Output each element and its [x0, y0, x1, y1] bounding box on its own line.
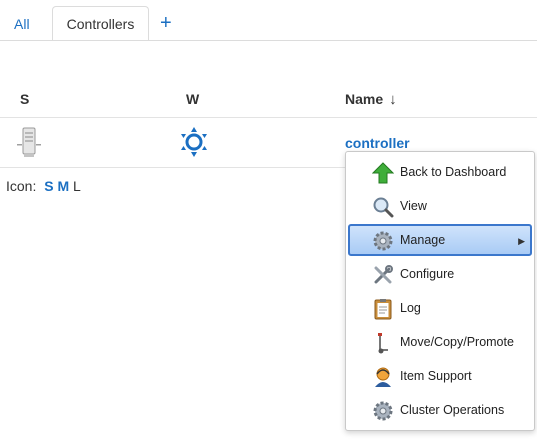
row-divider	[0, 167, 345, 168]
menu-item-cluster-operations[interactable]: Cluster Operations	[348, 394, 532, 426]
menu-item-label: Item Support	[400, 369, 472, 383]
menu-item-label: View	[400, 199, 427, 213]
icon-size-large: L	[73, 178, 81, 194]
column-header-w[interactable]: W	[186, 91, 199, 107]
menu-item-label: Configure	[400, 267, 455, 281]
tab-controllers[interactable]: Controllers	[52, 6, 149, 41]
gear-icon	[373, 231, 393, 251]
gear-icon	[373, 401, 393, 421]
menu-item-log[interactable]: Log	[348, 292, 532, 324]
menu-item-manage[interactable]: Manage ▶	[348, 224, 532, 256]
column-header-name-label: Name	[345, 91, 384, 107]
context-menu: Back to Dashboard View Manage ▶ Configur…	[345, 151, 535, 431]
menu-item-configure[interactable]: Configure	[348, 258, 532, 290]
menu-item-move-copy-promote[interactable]: Move/Copy/Promote	[348, 326, 532, 358]
icon-size-medium[interactable]: M	[57, 178, 69, 194]
menu-item-item-support[interactable]: Item Support	[348, 360, 532, 392]
controller-link[interactable]: controller	[345, 135, 410, 151]
menu-item-view[interactable]: View	[348, 190, 532, 222]
support-agent-icon	[375, 367, 391, 387]
menu-item-back-to-dashboard[interactable]: Back to Dashboard	[348, 156, 532, 188]
sort-down-arrow-icon: ↓	[389, 91, 397, 108]
menu-item-label: Manage	[400, 233, 446, 247]
menu-item-label: Cluster Operations	[400, 403, 505, 417]
add-tab-button[interactable]: +	[160, 12, 172, 35]
icon-size-label: Icon:	[6, 178, 37, 194]
header-divider	[0, 117, 537, 118]
tab-all[interactable]: All	[14, 16, 30, 32]
computer-icon	[17, 127, 41, 157]
menu-item-label: Back to Dashboard	[400, 165, 507, 179]
column-header-name[interactable]: Name ↓	[345, 91, 397, 108]
submenu-arrow-icon: ▶	[518, 236, 525, 246]
clipboard-icon	[374, 299, 392, 320]
tools-icon	[374, 265, 393, 284]
icon-size-selector: Icon: S M L	[6, 178, 81, 194]
hand-truck-icon	[378, 333, 388, 354]
green-up-arrow-icon	[372, 162, 394, 184]
icon-size-small[interactable]: S	[44, 178, 53, 194]
tab-divider	[0, 40, 537, 41]
magnifier-icon	[373, 197, 394, 218]
sunny-weather-icon	[181, 127, 207, 157]
column-header-s[interactable]: S	[20, 91, 29, 107]
menu-item-label: Move/Copy/Promote	[400, 335, 514, 349]
menu-item-label: Log	[400, 301, 421, 315]
tab-bar: All Controllers +	[0, 0, 537, 42]
